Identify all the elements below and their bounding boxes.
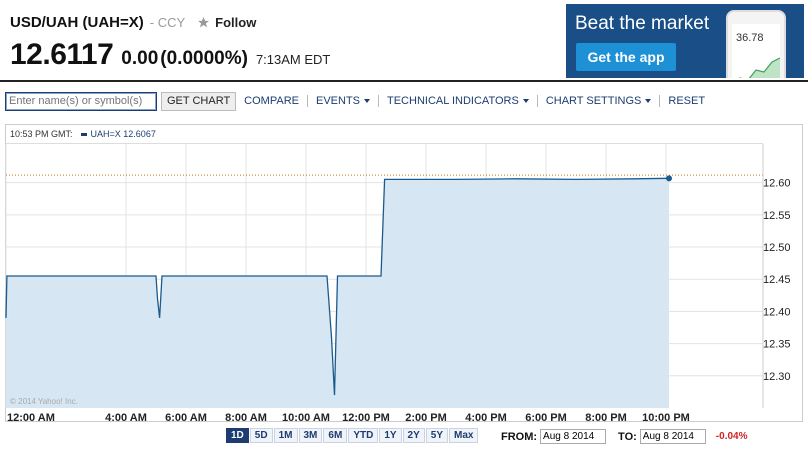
chart-legend: 10:53 PM GMT: UAH=X 12.6067	[6, 125, 763, 144]
series-swatch	[80, 132, 87, 136]
y-tick-label: 12.60	[763, 178, 791, 190]
x-tick-label: 4:00 PM	[465, 412, 507, 424]
x-tick-label: 6:00 PM	[525, 412, 567, 424]
range-button-3m[interactable]: 3M	[298, 428, 323, 443]
range-button-6m[interactable]: 6M	[323, 428, 348, 443]
range-button-2y[interactable]: 2Y	[402, 428, 425, 443]
x-tick-label: 10:00 AM	[282, 412, 330, 424]
range-button-5y[interactable]: 5Y	[425, 428, 449, 443]
chart-panel[interactable]: 12.30 12.35 12.40 12.45 12.50 12.55 12.60 12:00…	[5, 124, 803, 424]
x-tick-label: 2:00 PM	[405, 412, 447, 424]
range-button-1y[interactable]: 1Y	[379, 428, 402, 443]
price-chart[interactable]: 12.30 12.35 12.40 12.45 12.50 12.55 12.60 12:00…	[0, 0, 808, 451]
x-tick-label: 6:00 AM	[165, 412, 207, 424]
legend-time: 10:53 PM GMT:	[10, 129, 73, 139]
y-tick-label: 12.30	[763, 371, 791, 383]
date-range: FROM: TO: -0.04%	[501, 429, 747, 444]
x-tick-label: 4:00 AM	[105, 412, 147, 424]
y-tick-label: 12.45	[763, 274, 791, 286]
x-tick-label: 8:00 PM	[585, 412, 627, 424]
y-tick-label: 12.35	[763, 339, 791, 351]
chart-watermark: © 2014 Yahoo! Inc.	[10, 397, 78, 406]
y-tick-label: 12.40	[763, 306, 791, 318]
range-button-max[interactable]: Max	[449, 428, 479, 443]
y-tick-label: 12.55	[763, 210, 791, 222]
x-tick-label: 12:00 PM	[342, 412, 390, 424]
to-date-input[interactable]	[639, 429, 706, 444]
x-tick-label: 8:00 AM	[225, 412, 267, 424]
from-label: FROM:	[501, 430, 538, 443]
y-tick-label: 12.50	[763, 242, 791, 254]
series-end-point	[666, 175, 672, 182]
from-date-input[interactable]	[540, 429, 607, 444]
x-tick-label: 10:00 PM	[642, 412, 690, 424]
range-button-1d[interactable]: 1D	[226, 428, 249, 443]
range-button-5d[interactable]: 5D	[249, 428, 273, 443]
legend-series-label: UAH=X 12.6067	[90, 129, 156, 139]
range-button-1m[interactable]: 1M	[273, 428, 298, 443]
x-tick-label: 12:00 AM	[7, 412, 55, 424]
range-button-ytd[interactable]: YTD	[348, 428, 379, 443]
to-label: TO:	[618, 430, 637, 443]
range-change-percent: -0.04%	[715, 431, 748, 442]
range-selector: 1D 5D 1M 3M 6M YTD 1Y 2Y 5Y Max	[226, 428, 479, 443]
